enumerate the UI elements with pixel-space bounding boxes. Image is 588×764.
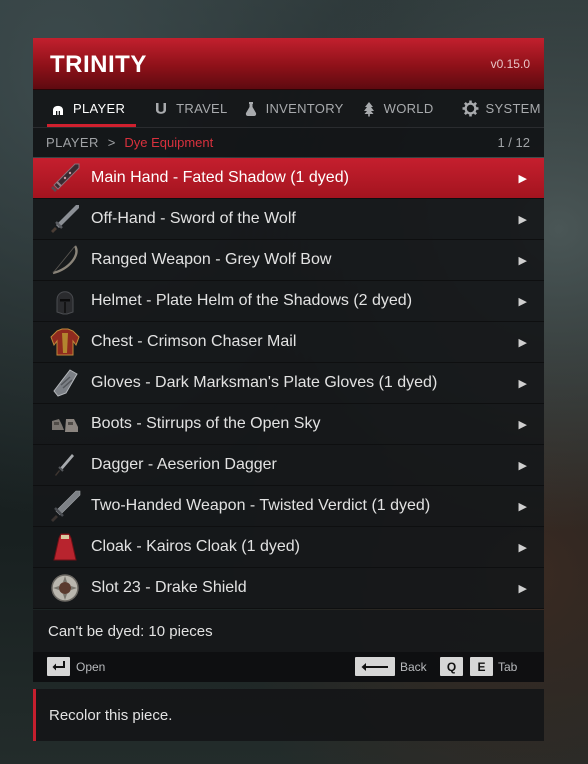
chevron-right-icon: ▶ [518, 582, 527, 595]
boots-icon [47, 406, 83, 442]
horseshoe-icon [152, 100, 170, 118]
dagger-icon [47, 447, 83, 483]
menu-header: TRINITY v0.15.0 [33, 38, 544, 90]
controls-footer: Open Back Q E Tab [33, 652, 544, 682]
chevron-right-icon: ▶ [518, 459, 527, 472]
backspace-key-icon[interactable] [355, 657, 395, 676]
list-item-dagger[interactable]: Dagger - Aeserion Dagger ▶ [33, 445, 544, 486]
list-item-label: Dagger - Aeserion Dagger [91, 456, 277, 473]
list-item-ranged-weapon[interactable]: Ranged Weapon - Grey Wolf Bow ▶ [33, 240, 544, 281]
tab-inventory-label: INVENTORY [265, 101, 344, 116]
list-item-label: Helmet - Plate Helm of the Shadows (2 dy… [91, 292, 413, 309]
tab-world[interactable]: WORLD [360, 90, 434, 127]
undyeable-count: Can't be dyed: 10 pieces [33, 610, 544, 652]
enter-key-icon[interactable] [47, 657, 70, 676]
list-item-off-hand[interactable]: Off-Hand - Sword of the Wolf ▶ [33, 199, 544, 240]
tab-inventory[interactable]: INVENTORY [242, 90, 344, 127]
page-indicator: 1 / 12 [497, 135, 530, 150]
tab-player-label: PLAYER [73, 101, 126, 116]
chest-armor-icon [47, 324, 83, 360]
sword-icon [47, 201, 83, 237]
item-description: Recolor this piece. [33, 689, 544, 741]
helm-icon [47, 283, 83, 319]
list-item-cloak[interactable]: Cloak - Kairos Cloak (1 dyed) ▶ [33, 527, 544, 568]
list-item-two-handed[interactable]: Two-Handed Weapon - Twisted Verdict (1 d… [33, 486, 544, 527]
list-item-boots[interactable]: Boots - Stirrups of the Open Sky ▶ [33, 404, 544, 445]
tab-travel-label: TRAVEL [176, 101, 228, 116]
list-item-label: Two-Handed Weapon - Twisted Verdict (1 d… [91, 497, 431, 514]
gloves-icon [47, 365, 83, 401]
chevron-right-icon: ▶ [518, 418, 527, 431]
gear-icon [462, 100, 480, 118]
list-item-helmet[interactable]: Helmet - Plate Helm of the Shadows (2 dy… [33, 281, 544, 322]
list-item-label: Cloak - Kairos Cloak (1 dyed) [91, 538, 300, 555]
list-item-gloves[interactable]: Gloves - Dark Marksman's Plate Gloves (1… [33, 363, 544, 404]
list-item-main-hand[interactable]: Main Hand - Fated Shadow (1 dyed) ▶ [33, 158, 544, 199]
trainer-menu-panel: TRINITY v0.15.0 PLAYER TRAVEL INVENTORY [33, 38, 544, 742]
chevron-right-icon: ▶ [518, 254, 527, 267]
chevron-right-icon: ▶ [518, 213, 527, 226]
menu-title: TRINITY [50, 51, 147, 78]
list-item-label: Slot 23 - Drake Shield [91, 579, 247, 596]
tab-player[interactable]: PLAYER [47, 90, 137, 127]
chevron-right-icon: ▶ [518, 295, 527, 308]
chevron-right-icon: ▶ [518, 172, 527, 185]
breadcrumb-separator: > [107, 135, 116, 150]
list-item-label: Off-Hand - Sword of the Wolf [91, 210, 296, 227]
tab-system[interactable]: SYSTEM [462, 90, 541, 127]
breadcrumb: PLAYER > Dye Equipment 1 / 12 [33, 127, 544, 157]
list-item-label: Main Hand - Fated Shadow (1 dyed) [91, 169, 349, 186]
potion-flask-icon [242, 100, 260, 118]
chevron-right-icon: ▶ [518, 541, 527, 554]
tab-bar: PLAYER TRAVEL INVENTORY WORLD SYSTEM [33, 90, 544, 127]
chevron-right-icon: ▶ [518, 377, 527, 390]
list-item-label: Chest - Crimson Chaser Mail [91, 333, 297, 350]
equipment-list: Main Hand - Fated Shadow (1 dyed) ▶ Off-… [33, 158, 544, 609]
list-item-label: Boots - Stirrups of the Open Sky [91, 415, 321, 432]
version-label: v0.15.0 [490, 57, 530, 71]
open-label: Open [76, 660, 106, 674]
tab-world-label: WORLD [383, 101, 434, 116]
greatsword-icon [47, 488, 83, 524]
chevron-right-icon: ▶ [518, 500, 527, 513]
q-key[interactable]: Q [440, 657, 463, 676]
back-label: Back [400, 660, 427, 674]
breadcrumb-current: Dye Equipment [124, 135, 214, 150]
list-item-chest[interactable]: Chest - Crimson Chaser Mail ▶ [33, 322, 544, 363]
bow-icon [47, 242, 83, 278]
tree-icon [360, 100, 378, 118]
breadcrumb-root[interactable]: PLAYER [46, 135, 99, 150]
cloak-icon [47, 529, 83, 565]
shield-icon [47, 570, 83, 606]
dark-sword-icon [47, 160, 83, 196]
list-item-label: Ranged Weapon - Grey Wolf Bow [91, 251, 332, 268]
list-item-slot-23[interactable]: Slot 23 - Drake Shield ▶ [33, 568, 544, 609]
tab-label: Tab [498, 660, 518, 674]
chevron-right-icon: ▶ [518, 336, 527, 349]
tab-system-label: SYSTEM [485, 101, 541, 116]
list-item-label: Gloves - Dark Marksman's Plate Gloves (1… [91, 374, 438, 391]
e-key[interactable]: E [470, 657, 493, 676]
helmet-icon [49, 100, 67, 118]
tab-travel[interactable]: TRAVEL [152, 90, 227, 127]
